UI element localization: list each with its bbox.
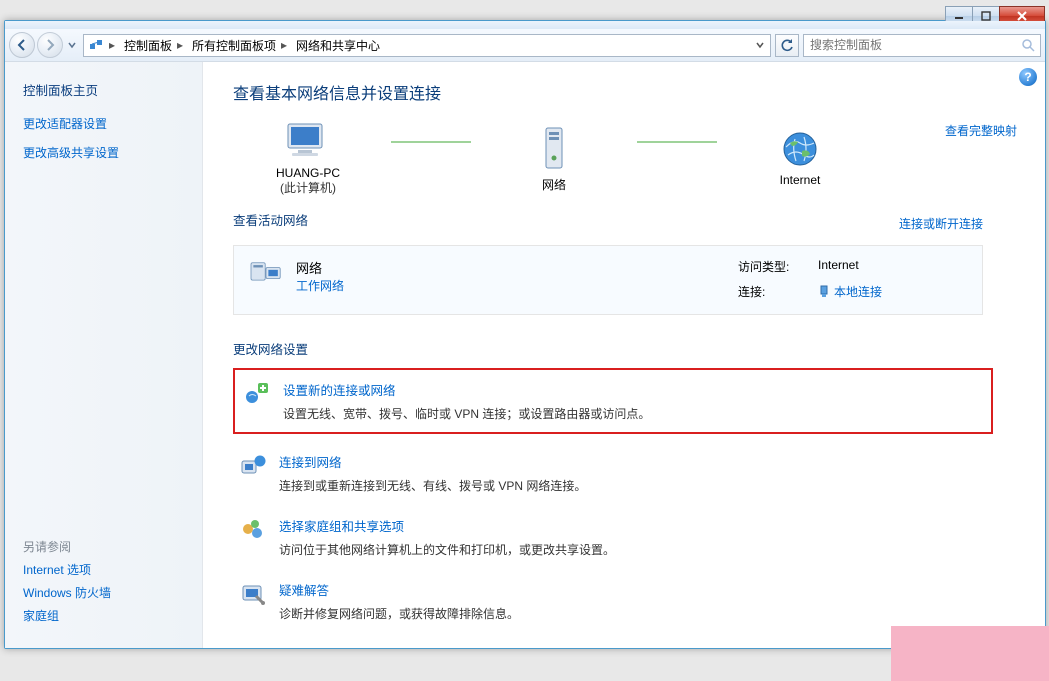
task-connect-to-network[interactable]: 连接到网络 连接到或重新连接到无线、有线、拨号或 VPN 网络连接。	[233, 448, 993, 498]
control-panel-home-link[interactable]: 控制面板主页	[23, 80, 186, 99]
network-category-icon	[248, 258, 284, 288]
ethernet-icon	[818, 285, 830, 299]
network-category-link[interactable]: 工作网络	[296, 279, 344, 293]
refresh-button[interactable]	[775, 34, 799, 57]
back-button[interactable]	[9, 32, 35, 58]
content-pane: ? 查看基本网络信息并设置连接 HUANG-PC (此计算机)	[203, 62, 1045, 648]
location-icon	[88, 37, 104, 53]
connection-link[interactable]: 本地连接	[834, 283, 882, 300]
sidebar: 控制面板主页 更改适配器设置 更改高级共享设置 另请参阅 Internet 选项…	[5, 62, 203, 648]
task-desc: 设置无线、宽带、拨号、临时或 VPN 连接；或设置路由器或访问点。	[283, 405, 650, 422]
sidebar-link-advanced-sharing[interactable]: 更改高级共享设置	[23, 144, 186, 161]
chevron-right-icon: ▸	[174, 38, 186, 52]
active-network-name: 网络	[296, 258, 344, 277]
search-input[interactable]	[808, 37, 1020, 53]
see-also-heading: 另请参阅	[23, 538, 186, 555]
search-box	[803, 34, 1041, 57]
task-desc: 访问位于其他网络计算机上的文件和打印机，或更改共享设置。	[279, 541, 615, 558]
navbar: ▸ 控制面板 ▸ 所有控制面板项 ▸ 网络和共享中心	[5, 29, 1045, 62]
address-bar[interactable]: ▸ 控制面板 ▸ 所有控制面板项 ▸ 网络和共享中心	[83, 34, 771, 57]
task-title: 连接到网络	[279, 452, 586, 471]
homegroup-icon	[239, 516, 267, 544]
help-button[interactable]: ?	[1019, 68, 1037, 86]
chevron-right-icon: ▸	[106, 38, 118, 52]
see-also-windows-firewall[interactable]: Windows 防火墙	[23, 584, 186, 601]
task-title: 设置新的连接或网络	[283, 380, 650, 399]
map-node-label: Internet	[780, 173, 821, 187]
map-node-this-pc: HUANG-PC (此计算机)	[233, 120, 383, 196]
connect-disconnect-link[interactable]: 连接或断开连接	[899, 215, 983, 232]
history-dropdown[interactable]	[65, 34, 79, 56]
view-full-map-link[interactable]: 查看完整映射	[945, 122, 1017, 139]
active-networks-heading: 查看活动网络	[233, 210, 308, 229]
map-node-internet: Internet	[725, 129, 875, 187]
change-network-settings-heading: 更改网络设置	[233, 339, 1035, 358]
task-list: 设置新的连接或网络 设置无线、宽带、拨号、临时或 VPN 连接；或设置路由器或访…	[233, 368, 993, 626]
connection-label: 连接:	[738, 283, 798, 300]
troubleshoot-icon	[239, 580, 267, 608]
map-node-label: 网络	[542, 176, 566, 193]
task-desc: 连接到或重新连接到无线、有线、拨号或 VPN 网络连接。	[279, 477, 586, 494]
server-icon	[536, 124, 572, 172]
breadcrumb-item[interactable]: 网络和共享中心	[290, 35, 382, 56]
breadcrumb-item[interactable]: 控制面板	[118, 35, 174, 56]
access-type-label: 访问类型:	[738, 258, 798, 275]
search-icon	[1020, 37, 1036, 53]
task-troubleshoot[interactable]: 疑难解答 诊断并修复网络问题，或获得故障排除信息。	[233, 576, 993, 626]
address-dropdown[interactable]	[752, 41, 768, 49]
map-node-network: 网络	[479, 124, 629, 193]
task-title: 疑难解答	[279, 580, 519, 599]
page-title: 查看基本网络信息并设置连接	[233, 80, 1035, 104]
map-node-sublabel: (此计算机)	[280, 179, 336, 196]
setup-connection-icon	[243, 380, 271, 408]
see-also-homegroup[interactable]: 家庭组	[23, 607, 186, 624]
map-node-label: HUANG-PC	[276, 166, 340, 180]
computer-icon	[284, 120, 332, 162]
network-map: HUANG-PC (此计算机) 网络	[233, 120, 1035, 196]
breadcrumb-item[interactable]: 所有控制面板项	[186, 35, 278, 56]
task-homegroup-sharing[interactable]: 选择家庭组和共享选项 访问位于其他网络计算机上的文件和打印机，或更改共享设置。	[233, 512, 993, 562]
titlebar	[5, 21, 1045, 29]
access-type-value: Internet	[818, 258, 859, 275]
see-also-internet-options[interactable]: Internet 选项	[23, 561, 186, 578]
window: ▸ 控制面板 ▸ 所有控制面板项 ▸ 网络和共享中心 控制面板主页 更改适配器设…	[4, 20, 1046, 649]
globe-icon	[780, 129, 820, 169]
forward-button[interactable]	[37, 32, 63, 58]
map-link-line	[391, 141, 471, 143]
connect-network-icon	[239, 452, 267, 480]
sidebar-link-adapter-settings[interactable]: 更改适配器设置	[23, 115, 186, 132]
map-link-line	[637, 141, 717, 143]
task-desc: 诊断并修复网络问题，或获得故障排除信息。	[279, 605, 519, 622]
overlay-watermark	[891, 626, 1049, 681]
chevron-right-icon: ▸	[278, 38, 290, 52]
active-network-panel: 网络 工作网络 访问类型: Internet 连接: 本地连接	[233, 245, 983, 315]
task-setup-new-connection[interactable]: 设置新的连接或网络 设置无线、宽带、拨号、临时或 VPN 连接；或设置路由器或访…	[233, 368, 993, 434]
task-title: 选择家庭组和共享选项	[279, 516, 615, 535]
